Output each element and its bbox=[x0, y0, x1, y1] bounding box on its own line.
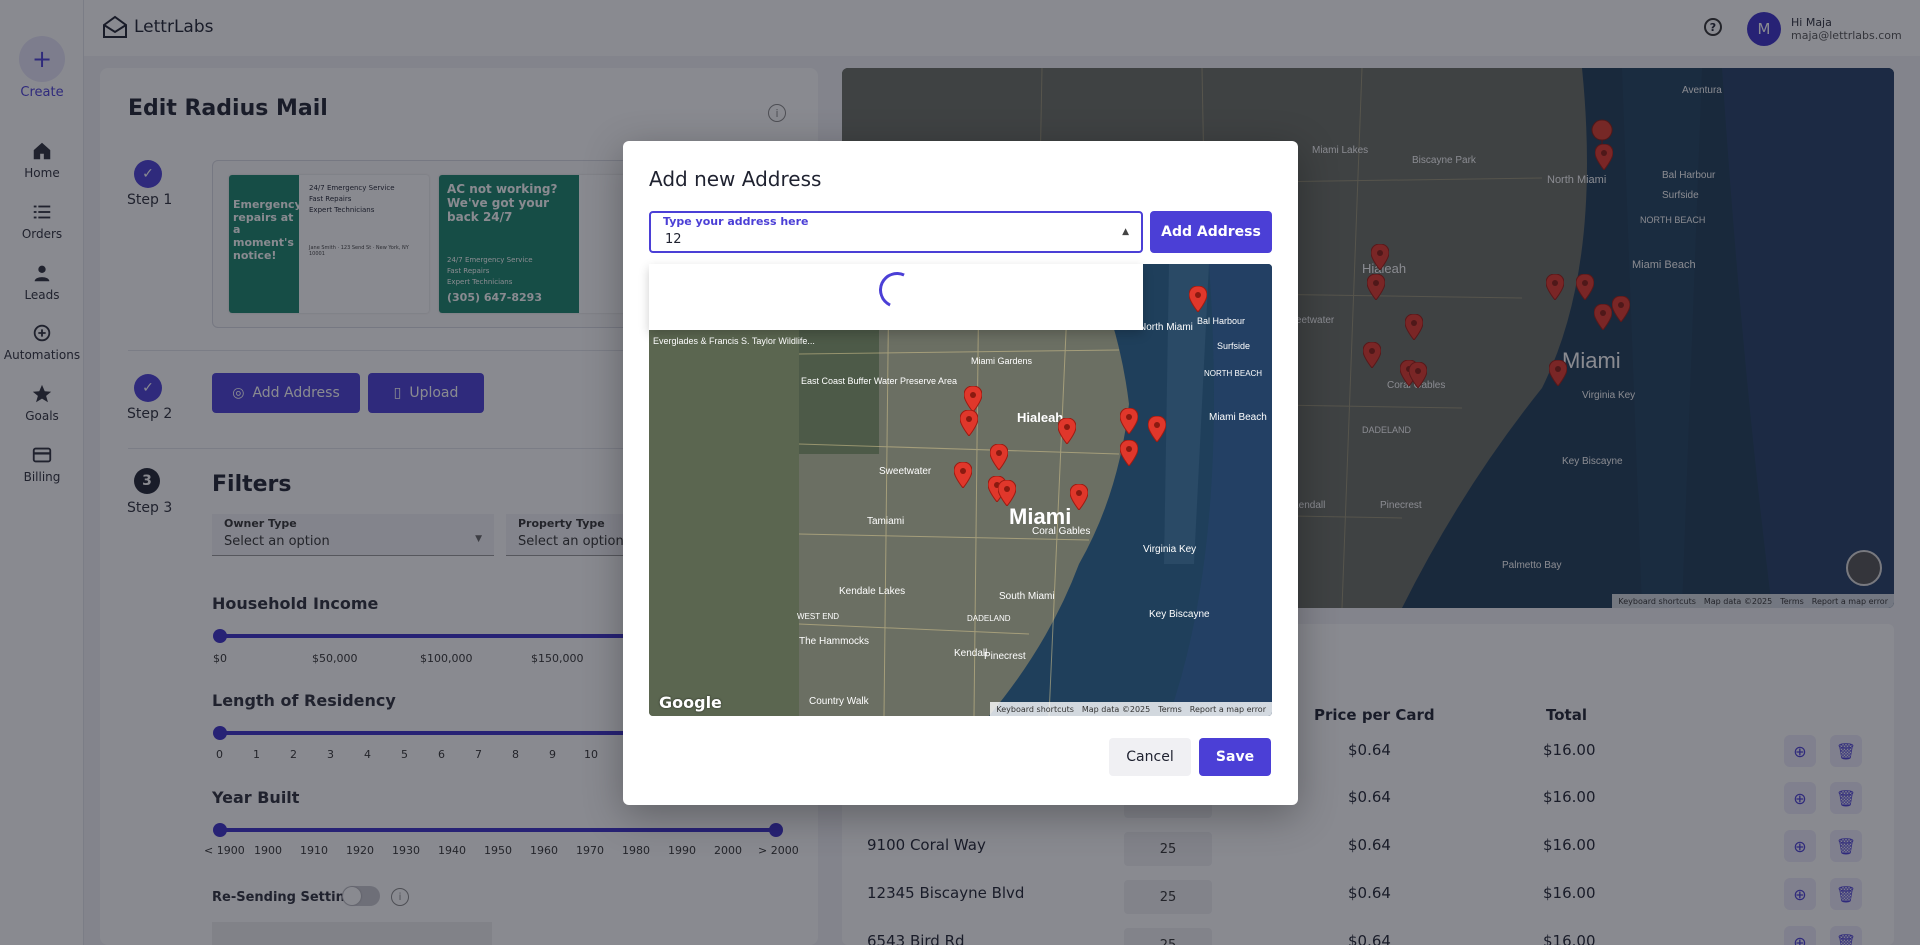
save-button[interactable]: Save bbox=[1199, 738, 1271, 776]
modal-title: Add new Address bbox=[649, 167, 822, 191]
svg-text:South Miami: South Miami bbox=[999, 591, 1055, 602]
address-suggestions-dropdown bbox=[649, 264, 1143, 330]
map-pin-icon[interactable] bbox=[990, 444, 1008, 470]
svg-text:North Miami: North Miami bbox=[1139, 322, 1193, 333]
svg-text:Coral Gables: Coral Gables bbox=[1032, 526, 1090, 537]
svg-text:Kendall: Kendall bbox=[954, 648, 987, 659]
map-pin-icon[interactable] bbox=[960, 410, 978, 436]
svg-text:Miami Beach: Miami Beach bbox=[1209, 412, 1267, 423]
svg-text:Tamiami: Tamiami bbox=[867, 516, 904, 527]
svg-text:Pinecrest: Pinecrest bbox=[984, 651, 1026, 662]
map-pin-icon[interactable] bbox=[964, 386, 982, 412]
map-pin-icon[interactable] bbox=[1189, 286, 1207, 312]
address-input-label: Type your address here bbox=[663, 215, 809, 228]
map-pin-icon[interactable] bbox=[954, 462, 972, 488]
map-footer-text: Map data ©2025 bbox=[1081, 704, 1151, 714]
map-pin-icon[interactable] bbox=[1058, 418, 1076, 444]
svg-text:Miami Gardens: Miami Gardens bbox=[971, 356, 1033, 366]
svg-text:East Coast Buffer Water Preser: East Coast Buffer Water Preserve Area bbox=[801, 376, 957, 386]
svg-text:Everglades & Francis S. Taylor: Everglades & Francis S. Taylor Wildlife.… bbox=[653, 336, 815, 346]
map-pin-icon[interactable] bbox=[1148, 416, 1166, 442]
svg-text:NORTH BEACH: NORTH BEACH bbox=[1204, 369, 1262, 378]
modal-map[interactable]: Miami Hialeah North Miami Miami Beach NO… bbox=[649, 264, 1272, 716]
svg-text:Sweetwater: Sweetwater bbox=[879, 466, 932, 477]
svg-text:Country Walk: Country Walk bbox=[809, 696, 870, 707]
map-footer-link[interactable]: Keyboard shortcuts bbox=[996, 705, 1073, 714]
address-input-value: 12 bbox=[665, 232, 682, 247]
svg-text:Key Biscayne: Key Biscayne bbox=[1149, 609, 1210, 620]
svg-text:WEST END: WEST END bbox=[797, 612, 839, 621]
loading-spinner-icon bbox=[873, 266, 921, 314]
map-footer-link[interactable]: Report a map error bbox=[1190, 705, 1266, 714]
map-footer: Keyboard shortcuts Map data ©2025 Terms … bbox=[990, 702, 1272, 716]
svg-text:The Hammocks: The Hammocks bbox=[799, 636, 869, 647]
map-footer-link[interactable]: Terms bbox=[1158, 705, 1182, 714]
chevron-up-icon[interactable]: ▲ bbox=[1122, 227, 1129, 237]
modal-add-address-button[interactable]: Add Address bbox=[1150, 211, 1272, 253]
svg-text:Hialeah: Hialeah bbox=[1017, 410, 1063, 425]
map-satellite: Miami Hialeah North Miami Miami Beach NO… bbox=[649, 264, 1272, 716]
map-pin-icon[interactable] bbox=[1120, 440, 1138, 466]
add-address-modal: Add new Address Type your address here 1… bbox=[623, 141, 1298, 805]
svg-text:Surfside: Surfside bbox=[1217, 341, 1250, 351]
map-pin-icon[interactable] bbox=[1120, 408, 1138, 434]
svg-text:DADELAND: DADELAND bbox=[967, 614, 1011, 623]
svg-text:Virginia Key: Virginia Key bbox=[1143, 544, 1196, 555]
map-pin-icon[interactable] bbox=[998, 480, 1016, 506]
svg-text:Bal Harbour: Bal Harbour bbox=[1197, 316, 1245, 326]
svg-text:Kendale Lakes: Kendale Lakes bbox=[839, 586, 905, 597]
address-input[interactable]: Type your address here 12 ▲ bbox=[649, 211, 1143, 253]
map-pin-icon[interactable] bbox=[1070, 484, 1088, 510]
google-logo: Google bbox=[659, 693, 722, 712]
cancel-button[interactable]: Cancel bbox=[1109, 738, 1191, 776]
